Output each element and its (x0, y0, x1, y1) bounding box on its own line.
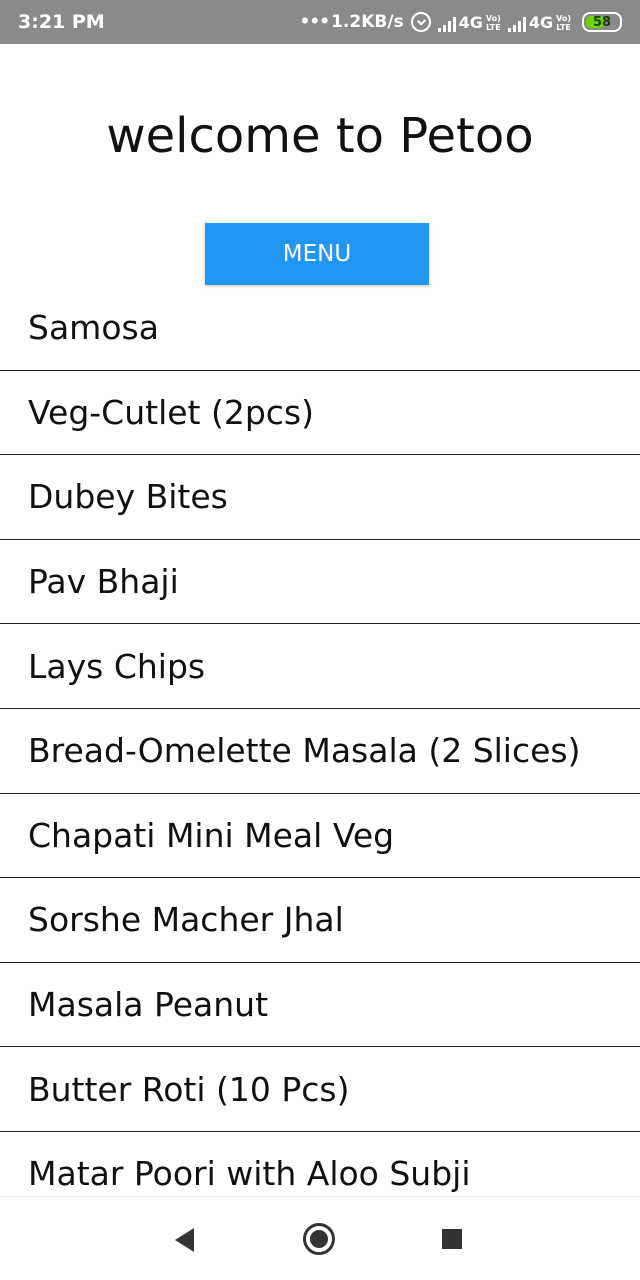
list-item[interactable]: Butter Roti (10 Pcs) (0, 1047, 640, 1132)
page-title: welcome to Petoo (106, 108, 534, 164)
list-item[interactable]: Masala Peanut (0, 963, 640, 1048)
list-item[interactable]: Bread-Omelette Masala (2 Slices) (0, 709, 640, 794)
network-speed-value: 1.2KB/s (331, 12, 404, 32)
menu-button[interactable]: MENU (205, 223, 429, 285)
list-item[interactable]: Pav Bhaji (0, 540, 640, 625)
network-speed: ••• 1.2KB/s (299, 12, 403, 32)
volte-top: Vo) (485, 13, 501, 23)
alarm-icon (410, 12, 431, 32)
list-item[interactable]: Dubey Bites (0, 455, 640, 540)
activity-dots-icon: ••• (299, 12, 330, 32)
list-item[interactable]: Lays Chips (0, 624, 640, 709)
sim1-signal: 4G Vo) LTE (437, 12, 501, 32)
list-item[interactable]: Matar Poori with Aloo Subji (0, 1132, 640, 1196)
battery-level-text: 58 (592, 14, 612, 30)
list-item[interactable]: Samosa (0, 286, 640, 371)
network-type-sim1: 4G (458, 12, 483, 32)
status-time: 3:21 PM (18, 11, 105, 33)
sim2-signal: 4G Vo) LTE (507, 12, 571, 32)
volte-icon: Vo) LTE (556, 14, 571, 32)
list-item[interactable]: Chapati Mini Meal Veg (0, 794, 640, 879)
navigation-bar (0, 1196, 640, 1280)
volte-icon: Vo) LTE (486, 14, 501, 32)
list-item[interactable]: Sorshe Macher Jhal (0, 878, 640, 963)
recents-icon[interactable] (442, 1229, 462, 1249)
list-item[interactable]: Veg-Cutlet (2pcs) (0, 371, 640, 456)
volte-top: Vo) (556, 13, 571, 23)
back-icon[interactable] (175, 1228, 194, 1252)
signal-icon (507, 16, 526, 32)
network-type-sim2: 4G (528, 12, 554, 32)
status-icons: ••• 1.2KB/s 4G Vo) LTE 4G Vo) LTE 58 (299, 12, 622, 32)
menu-list: Samosa Veg-Cutlet (2pcs) Dubey Bites Pav Bh… (0, 286, 640, 1196)
status-bar: 3:21 PM ••• 1.2KB/s 4G Vo) LTE 4G Vo) LT… (0, 0, 640, 44)
signal-icon (437, 16, 456, 32)
battery-icon: 58 (582, 12, 622, 32)
home-icon[interactable] (303, 1223, 335, 1255)
volte-bottom: LTE (556, 22, 571, 32)
volte-bottom: LTE (486, 22, 501, 32)
